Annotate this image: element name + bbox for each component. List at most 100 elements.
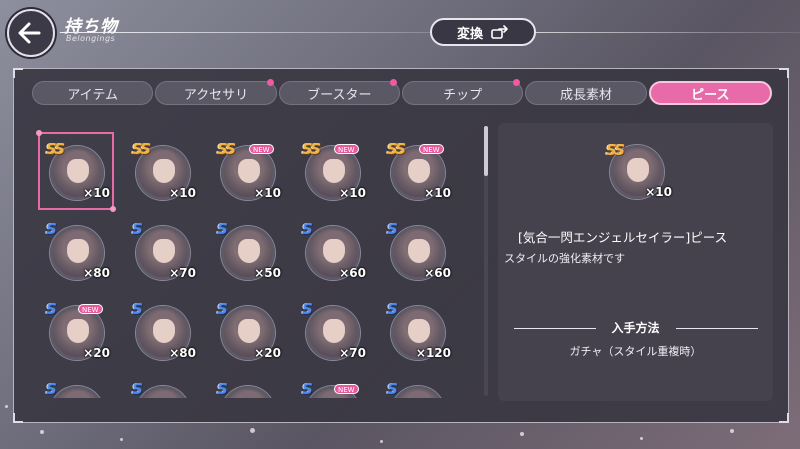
piece-quantity: ×70	[169, 266, 196, 280]
piece-quantity: ×10	[424, 186, 451, 200]
portrait-face	[323, 239, 345, 263]
tab-accessories[interactable]: アクセサリ	[155, 79, 277, 105]
piece-quantity: ×60	[424, 266, 451, 280]
tab-label: アイテム	[67, 87, 119, 103]
portrait-face	[238, 239, 260, 263]
sparkle	[380, 440, 383, 443]
tab-label: アクセサリ	[183, 87, 249, 103]
piece-quantity: ×10	[169, 186, 196, 200]
rank-badge: SS	[46, 140, 65, 158]
piece-quantity: ×20	[254, 346, 281, 360]
tab-items[interactable]: アイテム	[32, 81, 154, 105]
back-button[interactable]	[7, 9, 55, 57]
scroll-thumb[interactable]	[484, 126, 488, 176]
piece-item[interactable]: SS ×10	[36, 130, 116, 212]
portrait-face	[408, 319, 430, 343]
tab-growth-materials[interactable]: 成長素材	[525, 81, 647, 105]
portrait-face	[153, 319, 175, 343]
portrait-face	[323, 159, 345, 183]
rank-badge: SS	[302, 140, 321, 158]
detail-panel: SS ×10 [気合一閃エンジェルセイラー]ピース スタイルの強化素材です 入手…	[498, 123, 773, 401]
rank-badge: S	[46, 220, 57, 238]
rank-badge: S	[217, 220, 228, 238]
sparkle	[250, 428, 255, 433]
convert-label: 変換	[456, 26, 483, 42]
category-tabs: アイテム アクセサリ ブースター チップ 成長素材 ピース	[32, 79, 772, 107]
piece-quantity: ×120	[415, 346, 451, 360]
back-arrow-icon	[18, 22, 41, 44]
rank-badge: S	[46, 380, 57, 398]
notification-dot	[389, 79, 397, 86]
panel-corner	[779, 413, 789, 423]
tab-label: ピース	[691, 87, 730, 103]
rank-badge: S	[217, 300, 228, 318]
piece-item[interactable]: S	[38, 372, 114, 398]
rank-badge: S	[302, 300, 313, 318]
rank-badge: S	[217, 380, 228, 398]
piece-quantity: ×60	[339, 266, 366, 280]
rank-badge: S	[132, 380, 143, 398]
notification-dot	[513, 79, 521, 86]
piece-item[interactable]: S ×120	[379, 292, 455, 370]
piece-item[interactable]: S NEW ×20	[38, 292, 114, 370]
sparkle	[40, 430, 44, 434]
piece-item[interactable]: SS NEW ×10	[379, 132, 455, 210]
rank-badge: S	[302, 380, 313, 398]
portrait-face	[67, 159, 89, 183]
piece-item[interactable]: S ×70	[294, 292, 370, 370]
portrait-face	[238, 319, 260, 343]
piece-item[interactable]: S	[124, 372, 200, 398]
piece-item[interactable]: S ×80	[124, 292, 200, 370]
sparkle	[520, 432, 524, 436]
tab-label: 成長素材	[559, 87, 612, 103]
piece-item[interactable]: S ×50	[209, 212, 285, 290]
piece-item[interactable]: S ×70	[124, 212, 200, 290]
portrait-face	[408, 159, 430, 183]
rank-badge: SS	[387, 140, 406, 158]
piece-item[interactable]: S	[379, 372, 455, 398]
piece-item[interactable]: S	[209, 372, 285, 398]
piece-item[interactable]: SS NEW ×10	[294, 132, 370, 210]
rank-badge: S	[132, 220, 143, 238]
character-portrait	[50, 386, 104, 398]
convert-button[interactable]: 変換	[430, 18, 536, 46]
rank-badge: S	[387, 220, 398, 238]
piece-description: スタイルの強化素材です	[504, 252, 625, 265]
character-portrait	[136, 386, 190, 398]
piece-quantity: ×80	[83, 266, 110, 280]
piece-item[interactable]: SS ×10	[124, 132, 200, 210]
page-subtitle: Belongings	[66, 34, 116, 43]
piece-item[interactable]: S NEW	[294, 372, 370, 398]
title-divider-right	[534, 32, 800, 33]
piece-item[interactable]: S ×60	[379, 212, 455, 290]
sparkle	[5, 405, 8, 408]
piece-item[interactable]: S ×80	[38, 212, 114, 290]
new-badge: NEW	[334, 144, 359, 154]
new-badge: NEW	[419, 144, 444, 154]
piece-quantity: ×10	[83, 186, 110, 200]
portrait-face	[153, 239, 175, 263]
piece-item[interactable]: S ×20	[209, 292, 285, 370]
piece-name: [気合一閃エンジェルセイラー]ピース	[518, 230, 728, 245]
piece-grid: SS ×10 SS ×10 SS NEW ×10 SS NEW ×10 SS NEW ×10 S ×80 S ×…	[28, 126, 478, 398]
piece-quantity: ×10	[254, 186, 281, 200]
new-badge: NEW	[78, 304, 103, 314]
exchange-icon	[491, 25, 508, 39]
sparkle	[120, 438, 123, 441]
piece-quantity: ×70	[339, 346, 366, 360]
rank-badge: SS	[217, 140, 236, 158]
sparkle	[730, 429, 734, 433]
tab-label: チップ	[443, 87, 483, 103]
piece-item[interactable]: SS NEW ×10	[209, 132, 285, 210]
tab-pieces[interactable]: ピース	[648, 81, 772, 105]
piece-quantity: ×80	[169, 346, 196, 360]
tab-chips[interactable]: チップ	[401, 79, 524, 105]
portrait-face	[67, 239, 89, 263]
rank-badge: SS	[606, 141, 625, 159]
detail-piece-icon: SS ×10	[606, 141, 672, 199]
acquisition-label: 入手方法	[611, 321, 660, 335]
rank-badge: S	[132, 300, 143, 318]
tab-boosters[interactable]: ブースター	[278, 79, 400, 105]
piece-item[interactable]: S ×60	[294, 212, 370, 290]
grid-scrollbar[interactable]	[484, 126, 488, 396]
